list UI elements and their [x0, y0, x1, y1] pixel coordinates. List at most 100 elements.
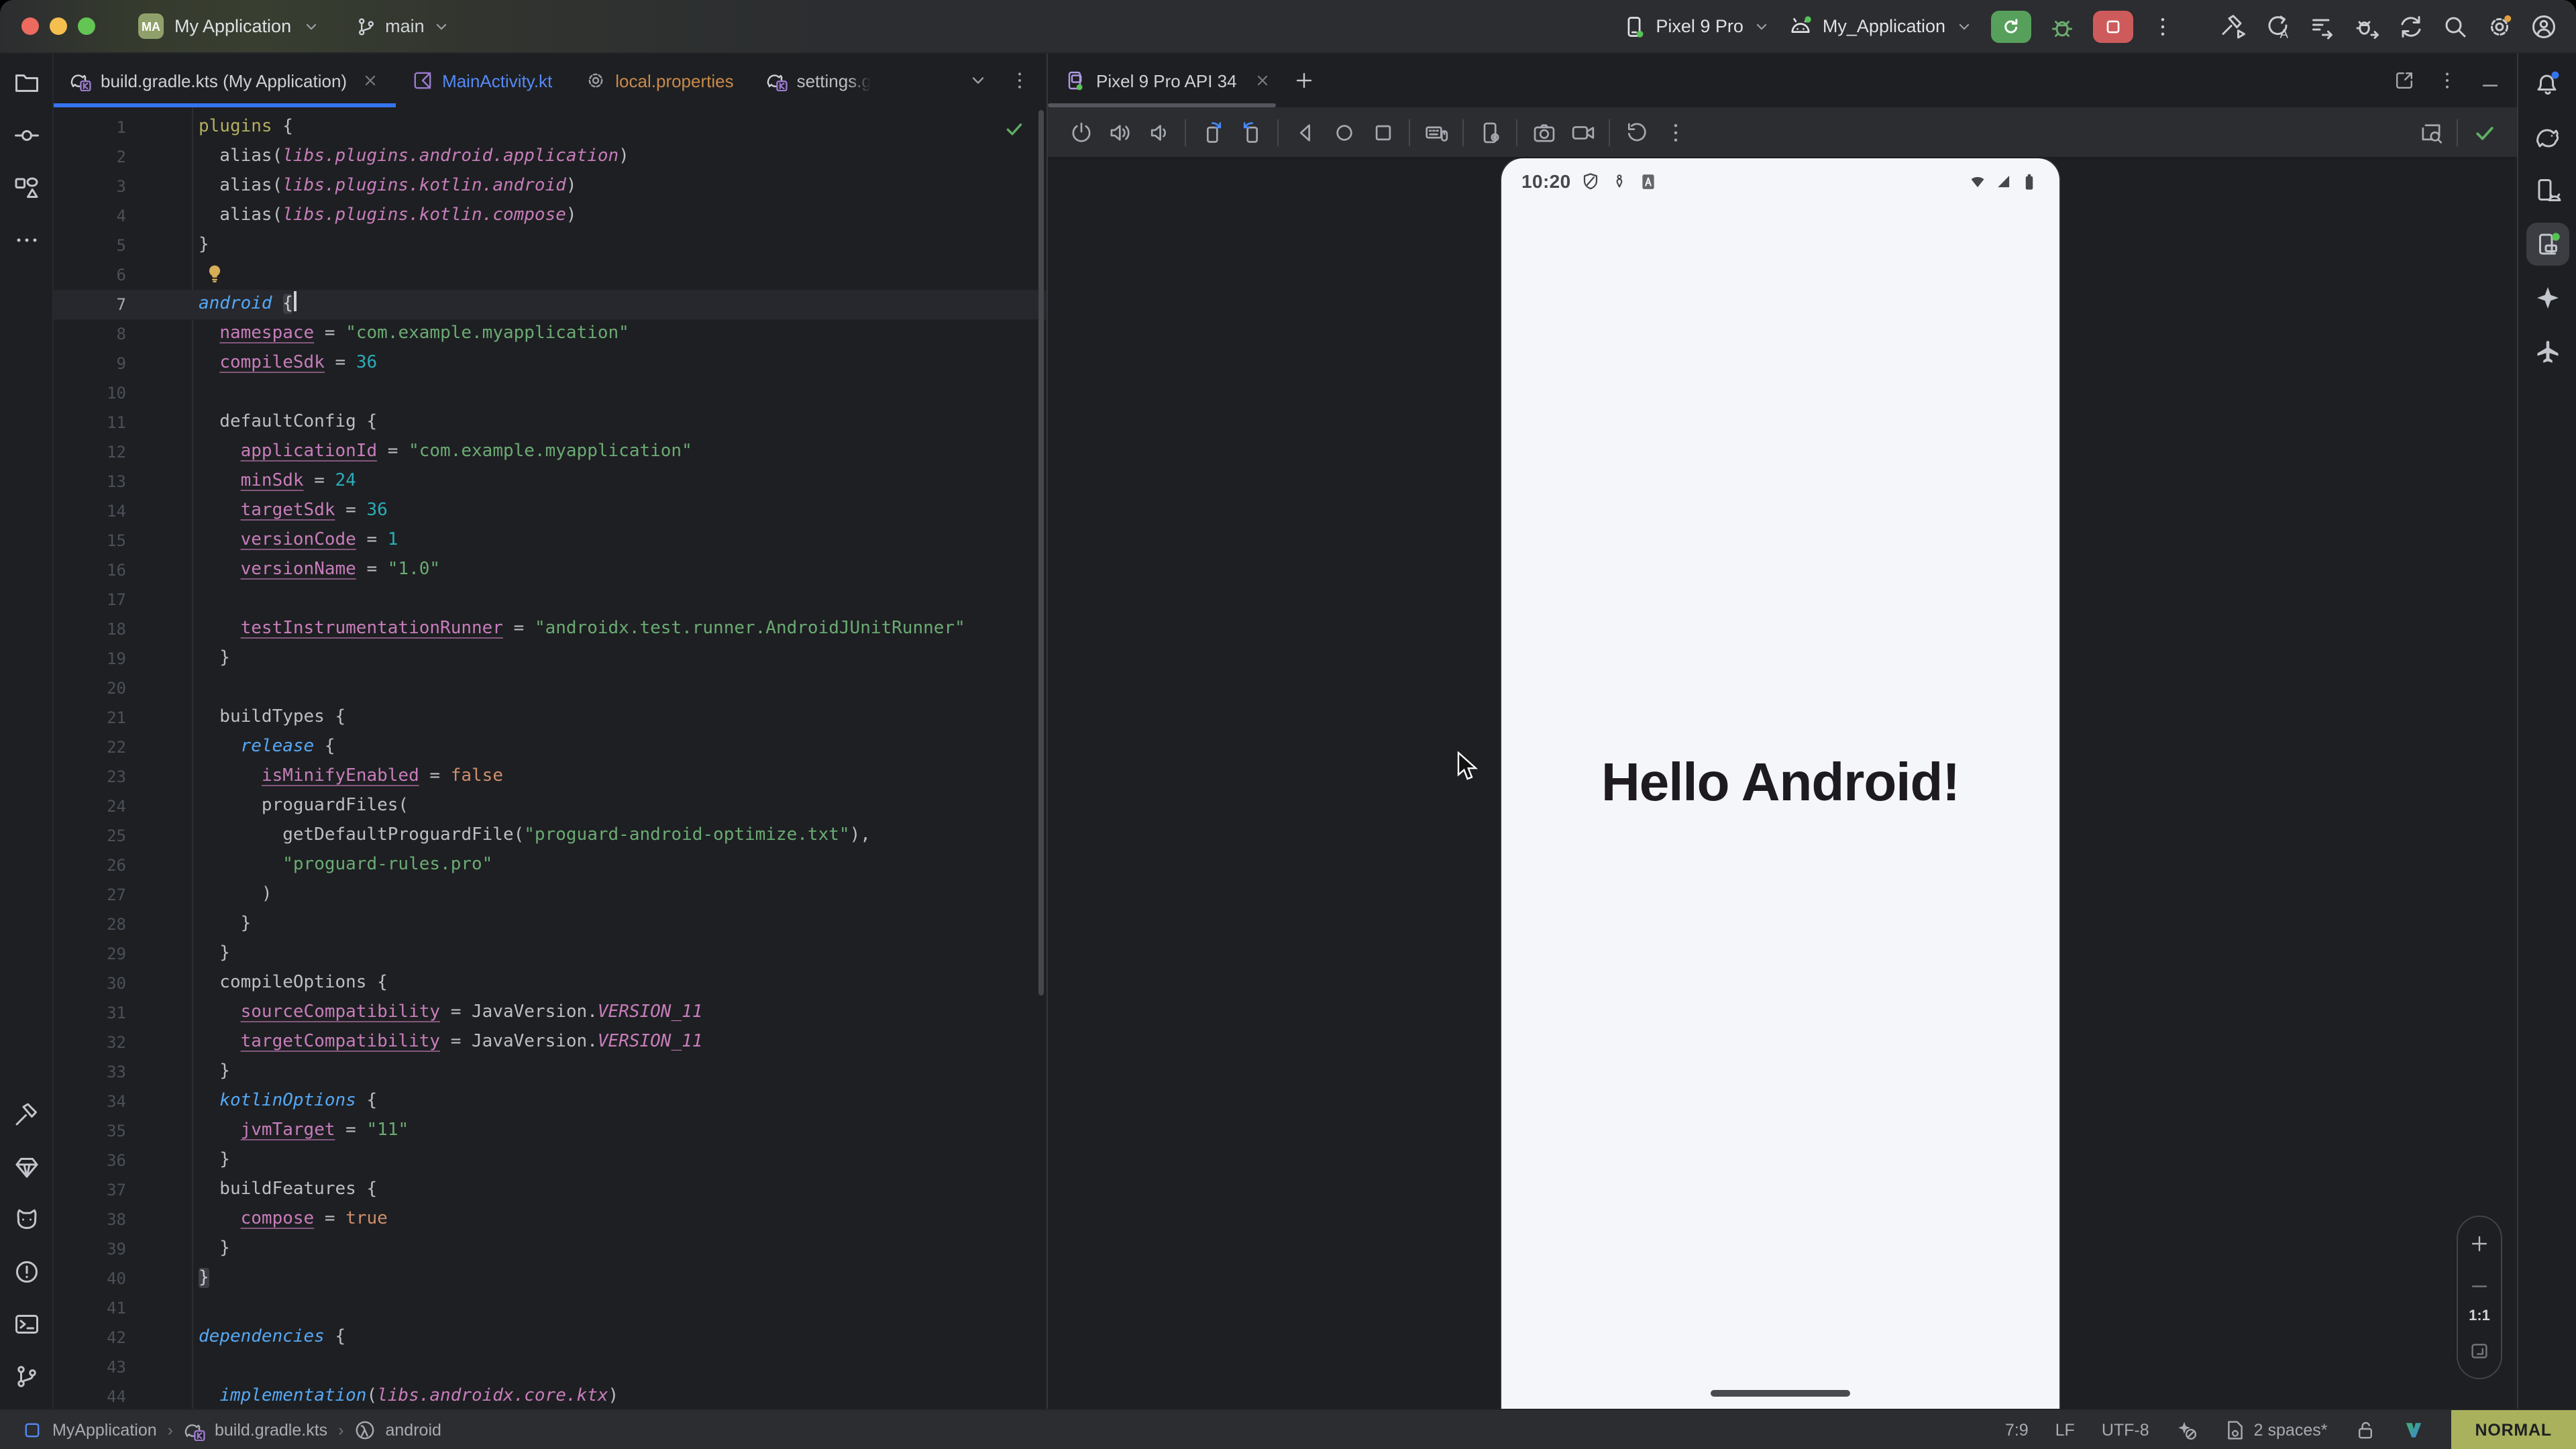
- screenshot-button[interactable]: [1524, 113, 1563, 151]
- line-number[interactable]: 30: [54, 969, 126, 998]
- line-number[interactable]: 14: [54, 496, 126, 526]
- hidden-tabs-chevron-icon[interactable]: [967, 70, 989, 91]
- gesture-navigation-pill[interactable]: [1711, 1390, 1850, 1397]
- code-line[interactable]: 12 applicationId = "com.example.myapplic…: [54, 437, 1046, 467]
- code-line[interactable]: 29 }: [54, 939, 1046, 969]
- project-tool-icon[interactable]: [13, 70, 40, 97]
- rotate-right-button[interactable]: [1232, 113, 1271, 151]
- code-line[interactable]: 20: [54, 674, 1046, 703]
- code-line[interactable]: 25 getDefaultProguardFile("proguard-andr…: [54, 821, 1046, 851]
- line-number[interactable]: 27: [54, 880, 126, 910]
- code-line[interactable]: 37 buildFeatures {: [54, 1175, 1046, 1205]
- line-number[interactable]: 32: [54, 1028, 126, 1057]
- close-window-button[interactable]: [21, 17, 39, 35]
- plane-icon[interactable]: [2534, 338, 2561, 365]
- line-number[interactable]: 11: [54, 408, 126, 437]
- code-line[interactable]: 42dependencies {: [54, 1323, 1046, 1352]
- close-icon[interactable]: [1253, 71, 1272, 90]
- ai-assistant-disabled-icon[interactable]: [2176, 1419, 2198, 1440]
- volume-down-button[interactable]: [1139, 113, 1178, 151]
- code-line[interactable]: 10: [54, 378, 1046, 408]
- debug-button[interactable]: [2049, 13, 2076, 40]
- line-number[interactable]: 1: [54, 113, 126, 142]
- commit-tool-icon[interactable]: [13, 122, 40, 149]
- breadcrumb-project[interactable]: MyApplication: [52, 1420, 157, 1439]
- tab-options-icon[interactable]: [1009, 70, 1030, 91]
- line-number[interactable]: 7: [54, 290, 126, 319]
- tab-settings-gradle[interactable]: settings.g: [750, 54, 888, 107]
- code-line[interactable]: 38 compose = true: [54, 1205, 1046, 1234]
- inspections-ok-icon[interactable]: [1004, 118, 1025, 140]
- line-number[interactable]: 21: [54, 703, 126, 733]
- rotate-left-button[interactable]: [1193, 113, 1232, 151]
- line-number[interactable]: 18: [54, 614, 126, 644]
- search-everywhere-button[interactable]: [2442, 13, 2469, 40]
- encoding-widget[interactable]: UTF-8: [2102, 1420, 2149, 1439]
- project-selector[interactable]: My Application: [174, 16, 291, 36]
- breadcrumb[interactable]: build.gradle.kts: [184, 1419, 327, 1440]
- code-line[interactable]: 2 alias(libs.plugins.android.application…: [54, 142, 1046, 172]
- line-number[interactable]: 40: [54, 1264, 126, 1293]
- line-number[interactable]: 38: [54, 1205, 126, 1234]
- device-manager-icon[interactable]: [2534, 177, 2561, 204]
- sync-project-button[interactable]: [2398, 13, 2424, 40]
- line-number[interactable]: 16: [54, 555, 126, 585]
- line-number[interactable]: 4: [54, 201, 126, 231]
- code-line[interactable]: 30 compileOptions {: [54, 969, 1046, 998]
- hardware-input-button[interactable]: [1417, 113, 1456, 151]
- code-editor[interactable]: 1plugins {2 alias(libs.plugins.android.a…: [54, 107, 1046, 1409]
- app-quality-insights-icon[interactable]: [13, 1154, 40, 1181]
- zoom-window-button[interactable]: [78, 17, 95, 35]
- home-button[interactable]: [1324, 113, 1363, 151]
- line-number[interactable]: 6: [54, 260, 126, 290]
- resource-manager-icon[interactable]: [13, 174, 40, 201]
- code-line[interactable]: 14 targetSdk = 36: [54, 496, 1046, 526]
- line-number[interactable]: 17: [54, 585, 126, 614]
- code-line[interactable]: 23 isMinifyEnabled = false: [54, 762, 1046, 792]
- code-line[interactable]: 41: [54, 1293, 1046, 1323]
- line-number[interactable]: 19: [54, 644, 126, 674]
- terminal-icon[interactable]: [13, 1311, 40, 1338]
- line-number[interactable]: 5: [54, 231, 126, 260]
- editor-scrollbar[interactable]: [1038, 110, 1044, 996]
- code-line[interactable]: 43: [54, 1352, 1046, 1382]
- line-number[interactable]: 25: [54, 821, 126, 851]
- code-line[interactable]: 36 }: [54, 1146, 1046, 1175]
- line-number[interactable]: 22: [54, 733, 126, 762]
- gemini-icon[interactable]: [2534, 284, 2561, 311]
- zoom-fit-button[interactable]: [2469, 1340, 2490, 1362]
- code-line[interactable]: 44 implementation(libs.androidx.core.ktx…: [54, 1382, 1046, 1409]
- code-line[interactable]: 9 compileSdk = 36: [54, 349, 1046, 378]
- line-number[interactable]: 2: [54, 142, 126, 172]
- gradle-tool-icon[interactable]: [2534, 123, 2561, 150]
- code-line[interactable]: 6: [54, 260, 1046, 290]
- line-number[interactable]: 24: [54, 792, 126, 821]
- line-number[interactable]: 35: [54, 1116, 126, 1146]
- code-line[interactable]: 4 alias(libs.plugins.kotlin.compose): [54, 201, 1046, 231]
- back-button[interactable]: [1285, 113, 1324, 151]
- vcs-branch-widget[interactable]: main: [356, 15, 451, 37]
- breadcrumb[interactable]: android: [355, 1419, 441, 1440]
- close-icon[interactable]: [360, 71, 379, 90]
- line-number[interactable]: 28: [54, 910, 126, 939]
- tab-scrollbar[interactable]: [1048, 103, 1276, 107]
- code-line[interactable]: 1plugins {: [54, 113, 1046, 142]
- code-line[interactable]: 7android {: [54, 290, 1046, 319]
- tab-local-properties[interactable]: local.properties: [568, 54, 749, 107]
- code-line[interactable]: 31 sourceCompatibility = JavaVersion.VER…: [54, 998, 1046, 1028]
- hide-panel-icon[interactable]: [2479, 70, 2501, 91]
- code-line[interactable]: 19 }: [54, 644, 1046, 674]
- line-number[interactable]: 36: [54, 1146, 126, 1175]
- add-device-icon[interactable]: [1293, 70, 1315, 91]
- zoom-out-button[interactable]: [2469, 1271, 2490, 1292]
- code-line[interactable]: 24 proguardFiles(: [54, 792, 1046, 821]
- code-line[interactable]: 32 targetCompatibility = JavaVersion.VER…: [54, 1028, 1046, 1057]
- code-line[interactable]: 39 }: [54, 1234, 1046, 1264]
- code-line[interactable]: 5}: [54, 231, 1046, 260]
- code-line[interactable]: 28 }: [54, 910, 1046, 939]
- code-line[interactable]: 3 alias(libs.plugins.kotlin.android): [54, 172, 1046, 201]
- line-number[interactable]: 41: [54, 1293, 126, 1323]
- apply-changes-restart-button[interactable]: A: [2265, 13, 2292, 40]
- code-line[interactable]: 18 testInstrumentationRunner = "androidx…: [54, 614, 1046, 644]
- line-number[interactable]: 3: [54, 172, 126, 201]
